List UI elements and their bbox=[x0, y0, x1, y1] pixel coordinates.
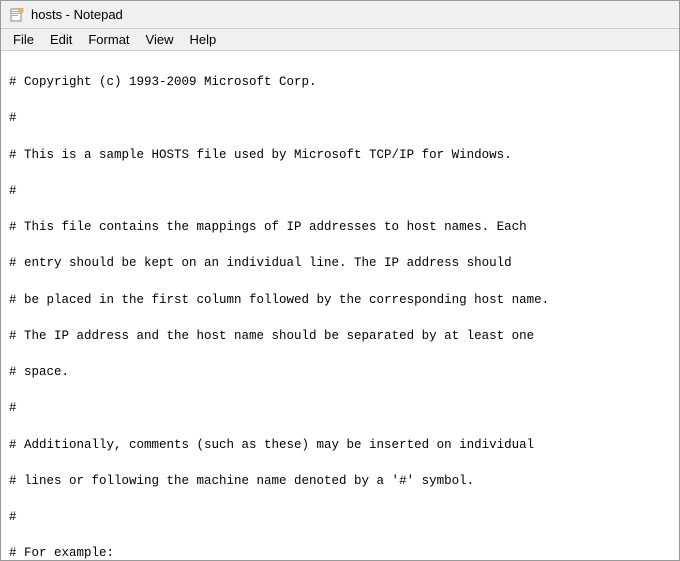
line-6: # entry should be kept on an individual … bbox=[9, 254, 671, 272]
line-2: # bbox=[9, 109, 671, 127]
menu-edit[interactable]: Edit bbox=[42, 31, 80, 48]
menu-view[interactable]: View bbox=[138, 31, 182, 48]
title-bar: hosts - Notepad bbox=[1, 1, 679, 29]
menu-bar: File Edit Format View Help bbox=[1, 29, 679, 51]
line-1: # Copyright (c) 1993-2009 Microsoft Corp… bbox=[9, 73, 671, 91]
line-7: # be placed in the first column followed… bbox=[9, 291, 671, 309]
line-12: # lines or following the machine name de… bbox=[9, 472, 671, 490]
line-14: # For example: bbox=[9, 544, 671, 560]
line-8: # The IP address and the host name shoul… bbox=[9, 327, 671, 345]
line-10: # bbox=[9, 399, 671, 417]
window-title: hosts - Notepad bbox=[31, 7, 123, 22]
line-4: # bbox=[9, 182, 671, 200]
notepad-window: hosts - Notepad File Edit Format View He… bbox=[0, 0, 680, 561]
menu-format[interactable]: Format bbox=[80, 31, 137, 48]
notepad-icon bbox=[9, 7, 25, 23]
line-3: # This is a sample HOSTS file used by Mi… bbox=[9, 146, 671, 164]
line-13: # bbox=[9, 508, 671, 526]
menu-help[interactable]: Help bbox=[181, 31, 224, 48]
line-9: # space. bbox=[9, 363, 671, 381]
line-5: # This file contains the mappings of IP … bbox=[9, 218, 671, 236]
menu-file[interactable]: File bbox=[5, 31, 42, 48]
editor-area[interactable]: # Copyright (c) 1993-2009 Microsoft Corp… bbox=[1, 51, 679, 560]
line-11: # Additionally, comments (such as these)… bbox=[9, 436, 671, 454]
